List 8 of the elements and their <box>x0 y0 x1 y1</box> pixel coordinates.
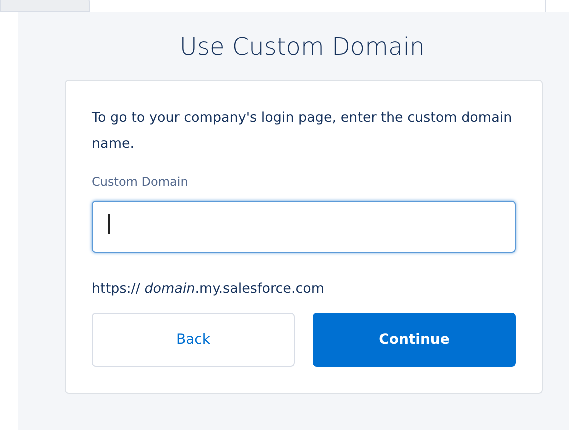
custom-domain-field[interactable] <box>92 201 516 253</box>
back-button[interactable]: Back <box>92 313 295 368</box>
instruction-text: To go to your company's login page, enter the custom domain name. <box>92 109 514 154</box>
continue-button[interactable]: Continue <box>313 313 516 368</box>
field-label: Custom Domain <box>92 174 188 191</box>
text-cursor <box>108 214 110 234</box>
dialog-title: Use Custom Domain <box>178 32 426 62</box>
url-hint: https:// domain.my.salesforce.com <box>92 280 326 299</box>
